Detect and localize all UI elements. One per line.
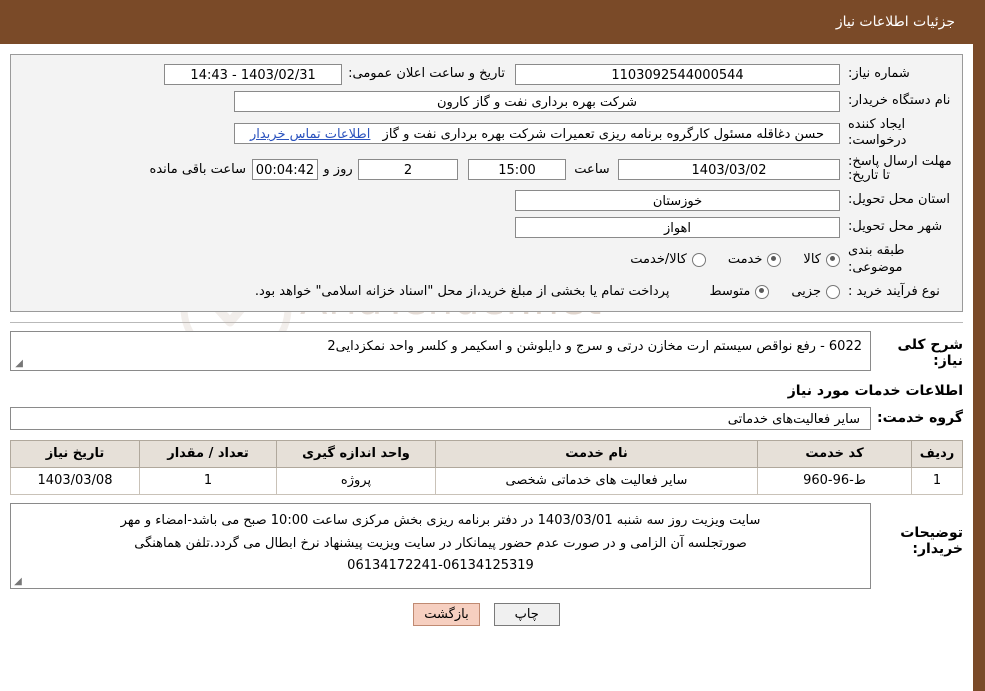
service-group-label: گروه خدمت:	[877, 410, 963, 427]
table-row: 1 ط-96-960 سایر فعالیت های خدماتی شخصی پ…	[10, 466, 963, 495]
purchase-note: پرداخت تمام یا بخشی از مبلغ خرید،از محل …	[254, 284, 670, 300]
radio-icon[interactable]	[767, 252, 782, 267]
radio-icon[interactable]	[691, 252, 706, 267]
print-button[interactable]: چاپ	[493, 603, 560, 627]
buyer-notes-line-0: سایت ویزیت روز سه شنبه 1403/03/01 در دفت…	[120, 512, 761, 528]
col-code: کد خدمت	[757, 439, 912, 468]
announce-date-value: 1403/02/31 - 14:43	[164, 63, 343, 85]
cell-qty: 1	[139, 466, 277, 495]
row-need-number: شماره نیاز: 1103092544000544 تاریخ و ساع…	[17, 63, 956, 85]
category-option-label-1: خدمت	[727, 252, 763, 268]
col-unit: واحد اندازه گیری	[276, 439, 436, 468]
buyer-notes-box[interactable]: سایت ویزیت روز سه شنبه 1403/03/01 در دفت…	[10, 502, 871, 590]
cell-unit: پروژه	[276, 466, 436, 495]
category-label: طبقه بندی موضوعی:	[848, 243, 905, 275]
services-table: ردیف کد خدمت نام خدمت واحد اندازه گیری ت…	[10, 439, 963, 495]
requester-label: ایجاد کننده درخواست:	[848, 117, 907, 149]
category-option-label-0: کالا	[803, 252, 821, 268]
announce-date-label: تاریخ و ساعت اعلان عمومی:	[348, 65, 505, 81]
purchase-type-option-label-0: جزیی	[791, 284, 821, 300]
province-label: استان محل تحویل:	[848, 192, 950, 208]
category-radio-group[interactable]: کالا خدمت کالا/خدمت	[608, 252, 840, 267]
cell-code: ط-96-960	[757, 466, 912, 495]
general-description-section: شرح کلی نیاز: 6022 - رفع نواقص سیستم ارت…	[10, 330, 963, 371]
cell-index: 1	[911, 466, 963, 495]
buyer-contact-link[interactable]: اطلاعات تماس خریدار	[250, 127, 370, 142]
row-category: طبقه بندی موضوعی: کالا خدمت کالا/خدمت	[17, 243, 956, 276]
row-purchase-type: نوع فرآیند خرید : جزیی متوسط پرداخت تمام…	[17, 281, 956, 303]
remaining-days-value: 2	[358, 158, 458, 180]
resize-handle-icon[interactable]: ◢	[13, 577, 23, 587]
row-deadline: مهلت ارسال پاسخ: تا تاریخ: 1403/03/02 سا…	[17, 153, 956, 185]
service-group-row: گروه خدمت: سایر فعالیت‌های خدماتی	[10, 406, 963, 430]
buyer-notes-label: توضیحات خریدار:	[900, 524, 963, 557]
purchase-type-label: نوع فرآیند خرید :	[848, 283, 940, 299]
col-qty: تعداد / مقدار	[139, 439, 277, 468]
page-root: AriaTender.net جزئیات اطلاعات نیاز شماره…	[0, 0, 985, 691]
remaining-days-label: روز و	[323, 161, 353, 177]
row-province: استان محل تحویل: خوزستان	[17, 189, 956, 211]
divider-top	[10, 321, 963, 323]
buyer-notes-line-2: 06134172241-06134125319	[347, 558, 534, 574]
general-description-label: شرح کلی نیاز:	[897, 336, 963, 369]
general-description-box[interactable]: 6022 - رفع نواقص سیستم ارت مخازن درتی و …	[10, 330, 871, 371]
page-header: جزئیات اطلاعات نیاز	[0, 0, 973, 44]
purchase-type-option-jozi[interactable]: جزیی	[791, 284, 840, 299]
category-option-kala[interactable]: کالا	[803, 252, 840, 267]
resize-handle-icon[interactable]: ◢	[13, 358, 23, 369]
col-date: تاریخ نیاز	[10, 439, 140, 468]
purchase-type-radio-group[interactable]: جزیی متوسط پرداخت تمام یا بخشی از مبلغ خ…	[255, 284, 840, 299]
buyer-org-label: نام دستگاه خریدار:	[848, 92, 951, 108]
remaining-suffix-label: ساعت باقی مانده	[149, 161, 246, 177]
buyer-notes-line-1: صورتجلسه آن الزامی و در صورت عدم حضور پی…	[134, 535, 747, 551]
button-bar: چاپ بازگشت	[0, 603, 973, 627]
province-value: خوزستان	[515, 189, 840, 211]
col-name: نام خدمت	[435, 439, 758, 468]
row-buyer-org: نام دستگاه خریدار: شرکت بهره برداری نفت …	[17, 90, 956, 112]
city-label: شهر محل تحویل:	[848, 219, 943, 235]
category-option-kala-khedmat[interactable]: کالا/خدمت	[630, 252, 706, 267]
cell-date: 1403/03/08	[10, 466, 140, 495]
deadline-time-value: 15:00	[468, 158, 566, 180]
need-info-panel: شماره نیاز: 1103092544000544 تاریخ و ساع…	[10, 54, 963, 312]
category-option-khedmat[interactable]: خدمت	[728, 252, 782, 267]
purchase-type-option-label-1: متوسط	[709, 284, 751, 300]
cell-name: سایر فعالیت های خدماتی شخصی	[435, 466, 758, 495]
radio-icon[interactable]	[755, 284, 770, 299]
remaining-clock-value: 00:04:42	[252, 158, 318, 180]
deadline-label: مهلت ارسال پاسخ: تا تاریخ:	[848, 153, 952, 184]
back-button[interactable]: بازگشت	[413, 603, 480, 627]
city-value: اهواز	[515, 216, 840, 238]
need-number-label: شماره نیاز:	[848, 65, 910, 81]
category-option-label-2: کالا/خدمت	[630, 252, 687, 268]
radio-icon[interactable]	[826, 252, 840, 267]
requester-text: حسن دغاقله مسئول کارگروه برنامه ریزی تعم…	[382, 126, 825, 142]
row-city: شهر محل تحویل: اهواز	[17, 216, 956, 238]
table-header-row: ردیف کد خدمت نام خدمت واحد اندازه گیری ت…	[10, 439, 963, 468]
need-number-value: 1103092544000544	[515, 63, 840, 85]
radio-icon[interactable]	[826, 284, 840, 299]
services-heading: اطلاعات خدمات مورد نیاز	[787, 382, 963, 399]
purchase-type-option-motavaset[interactable]: متوسط	[709, 284, 770, 300]
row-requester: ایجاد کننده درخواست: حسن دغاقله مسئول کا…	[17, 117, 956, 150]
deadline-date-value: 1403/03/02	[618, 158, 840, 180]
deadline-time-label: ساعت	[574, 161, 610, 177]
page-title: جزئیات اطلاعات نیاز	[835, 14, 955, 30]
requester-value: حسن دغاقله مسئول کارگروه برنامه ریزی تعم…	[234, 122, 840, 144]
buyer-notes-section: توضیحات خریدار: سایت ویزیت روز سه شنبه 1…	[10, 502, 963, 590]
service-group-value: سایر فعالیت‌های خدماتی	[10, 406, 871, 430]
general-description-text: 6022 - رفع نواقص سیستم ارت مخازن درتی و …	[327, 338, 862, 354]
col-index: ردیف	[911, 439, 963, 468]
buyer-org-value: شرکت بهره برداری نفت و گاز کارون	[234, 90, 840, 112]
